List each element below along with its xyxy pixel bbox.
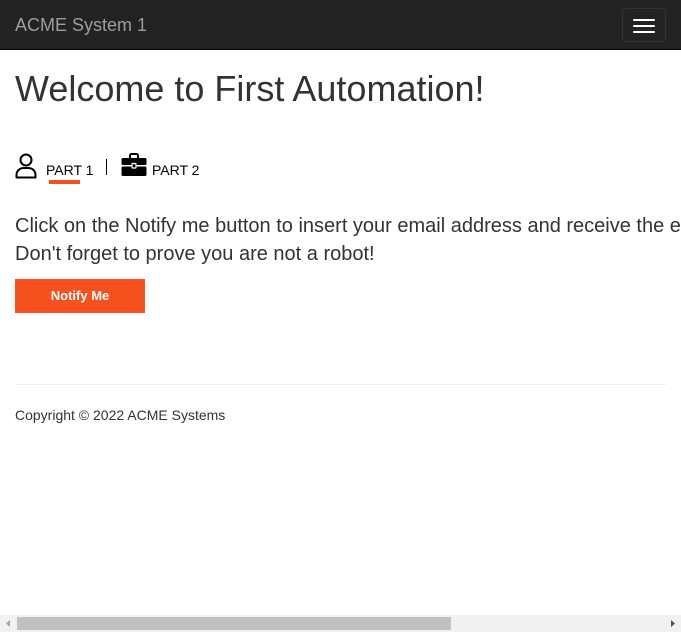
scrollbar-thumb[interactable] bbox=[17, 617, 451, 630]
tab-part-1-label: PART 1 bbox=[46, 162, 94, 178]
scroll-right-arrow-icon[interactable] bbox=[664, 615, 681, 632]
hamburger-menu-icon bbox=[633, 19, 655, 21]
navbar-brand[interactable]: ACME System 1 bbox=[15, 14, 147, 36]
top-navbar: ACME System 1 bbox=[0, 0, 681, 50]
tab-divider bbox=[106, 159, 107, 175]
instructions-line-2: Don't forget to prove you are not a robo… bbox=[15, 243, 375, 265]
page-title: Welcome to First Automation! bbox=[15, 68, 485, 109]
scroll-left-arrow-icon[interactable] bbox=[0, 615, 17, 632]
footer-divider bbox=[15, 384, 666, 385]
copyright-text: Copyright © 2022 ACME Systems bbox=[15, 407, 226, 423]
navbar-toggle-button[interactable] bbox=[622, 8, 666, 42]
instructions-text: Click on the Notify me button to insert … bbox=[15, 212, 681, 268]
part-tabs: PART 1 PART 2 bbox=[15, 152, 315, 192]
instructions-line-1: Click on the Notify me button to insert … bbox=[15, 215, 681, 237]
tab-part-2[interactable]: PART 2 bbox=[121, 152, 211, 188]
briefcase-icon bbox=[121, 153, 147, 176]
active-tab-indicator bbox=[49, 180, 80, 184]
user-icon bbox=[15, 153, 37, 179]
horizontal-scrollbar[interactable] bbox=[0, 615, 681, 632]
tab-part-2-label: PART 2 bbox=[152, 162, 200, 178]
tab-part-1[interactable]: PART 1 bbox=[15, 152, 95, 188]
notify-me-button[interactable]: Notify Me bbox=[15, 279, 145, 313]
